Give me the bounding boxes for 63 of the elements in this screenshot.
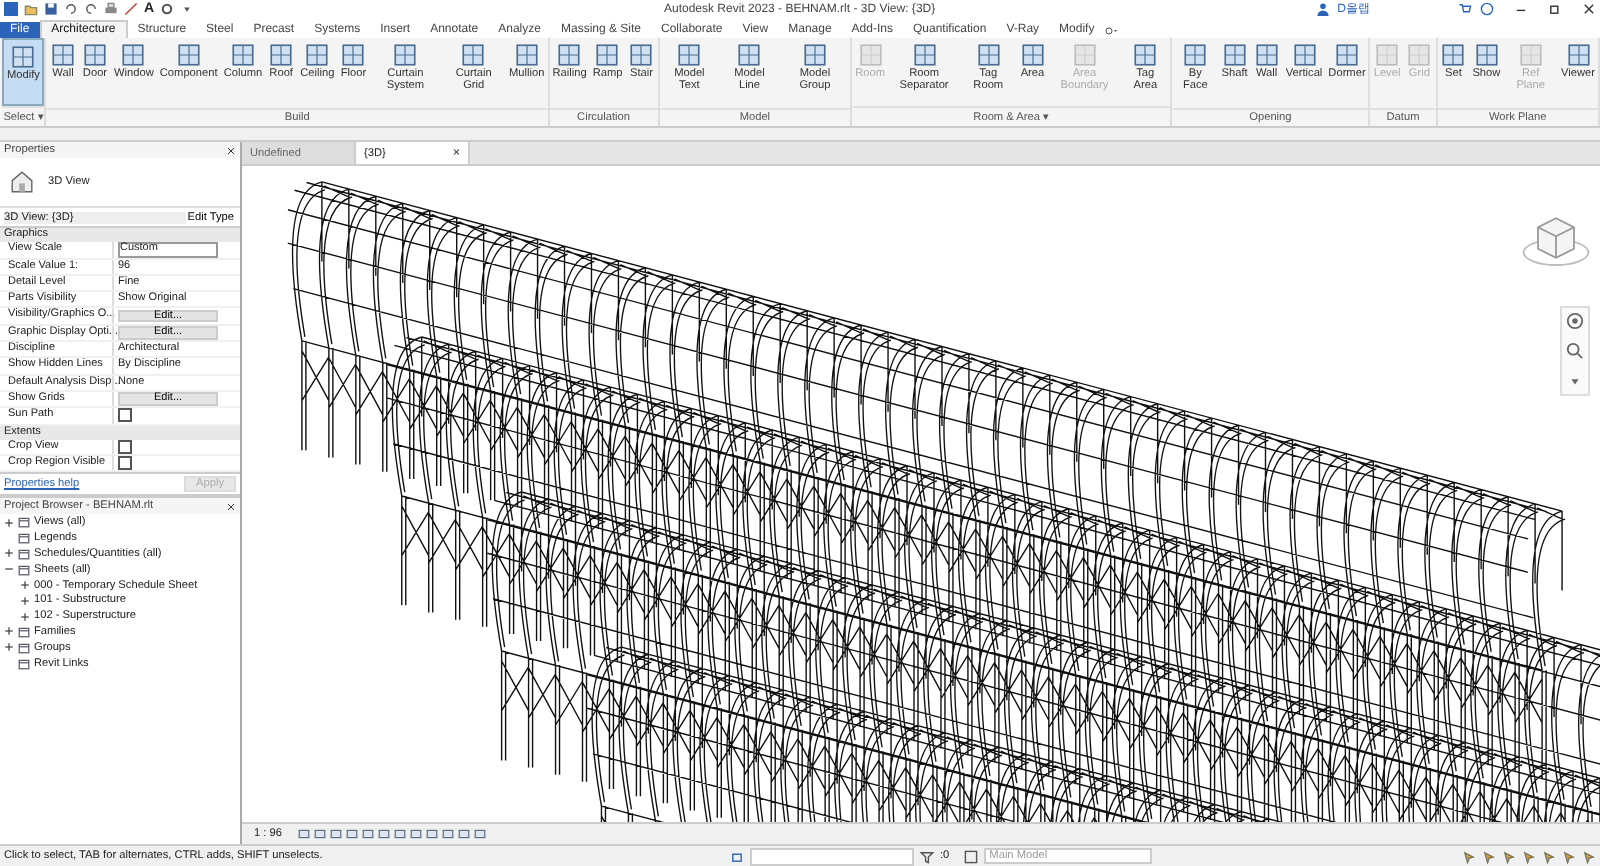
close-icon[interactable] <box>1582 2 1596 16</box>
folder-icon <box>18 657 30 670</box>
folder-icon <box>18 625 30 638</box>
tool-icon <box>1221 42 1248 68</box>
cart-icon[interactable] <box>1458 2 1472 16</box>
expand-toggle[interactable] <box>4 642 14 653</box>
zoom-icon[interactable] <box>1566 342 1584 360</box>
tool-icon <box>392 42 419 68</box>
tool-icon <box>556 42 583 68</box>
save-icon[interactable] <box>44 2 58 16</box>
tool-icon <box>340 42 367 68</box>
design-options-icon[interactable] <box>963 849 978 863</box>
checkbox[interactable] <box>118 456 132 471</box>
steering-wheel-icon[interactable] <box>1566 312 1584 330</box>
tool-icon <box>1440 42 1467 68</box>
tool-icon <box>1565 42 1591 68</box>
tool-icon <box>1132 42 1159 68</box>
tool-icon <box>304 42 331 68</box>
expand-toggle[interactable] <box>4 517 14 528</box>
folder-icon <box>18 516 30 529</box>
tool-icon <box>268 42 295 68</box>
checkbox[interactable] <box>118 440 132 454</box>
user-icon[interactable] <box>1315 2 1330 16</box>
tool-icon <box>676 42 703 68</box>
tool-icon <box>513 42 540 68</box>
print-icon[interactable] <box>104 2 118 16</box>
tool-icon <box>594 42 621 68</box>
checkbox[interactable] <box>118 408 132 423</box>
tool-icon <box>801 42 828 68</box>
tool-icon <box>175 42 202 68</box>
tool-icon <box>1019 42 1046 68</box>
tool-icon <box>1334 42 1360 68</box>
tool-icon <box>81 42 108 68</box>
tool-icon <box>229 42 256 68</box>
tool-icon <box>1253 42 1280 68</box>
restore-icon[interactable] <box>1548 2 1562 16</box>
tool-icon <box>460 42 487 68</box>
tool-icon <box>49 42 76 68</box>
expand-toggle[interactable] <box>20 611 30 622</box>
house-icon <box>8 168 36 196</box>
tool-icon <box>10 44 37 70</box>
tool-icon <box>736 42 763 68</box>
tool-icon <box>911 42 938 68</box>
expand-toggle[interactable] <box>4 564 14 575</box>
tool-icon <box>1291 42 1317 68</box>
tool-icon <box>1473 42 1500 68</box>
expand-toggle[interactable] <box>20 595 30 606</box>
filter-icon[interactable] <box>920 849 934 863</box>
tool-icon <box>120 42 147 68</box>
expand-toggle[interactable] <box>4 548 14 559</box>
redo-icon[interactable] <box>84 2 98 16</box>
workset-icon[interactable] <box>730 849 744 863</box>
tool-icon <box>628 42 655 68</box>
close-icon[interactable] <box>226 145 236 155</box>
undo-icon[interactable] <box>64 2 78 16</box>
close-icon[interactable] <box>226 501 236 512</box>
expand-toggle[interactable] <box>20 580 30 591</box>
expand-toggle[interactable] <box>4 626 14 637</box>
folder-icon <box>18 641 30 654</box>
contextual-tab-icon[interactable] <box>1104 24 1119 38</box>
tool-icon <box>1182 42 1209 68</box>
folder-icon <box>18 563 30 576</box>
tool-icon <box>975 42 1002 68</box>
